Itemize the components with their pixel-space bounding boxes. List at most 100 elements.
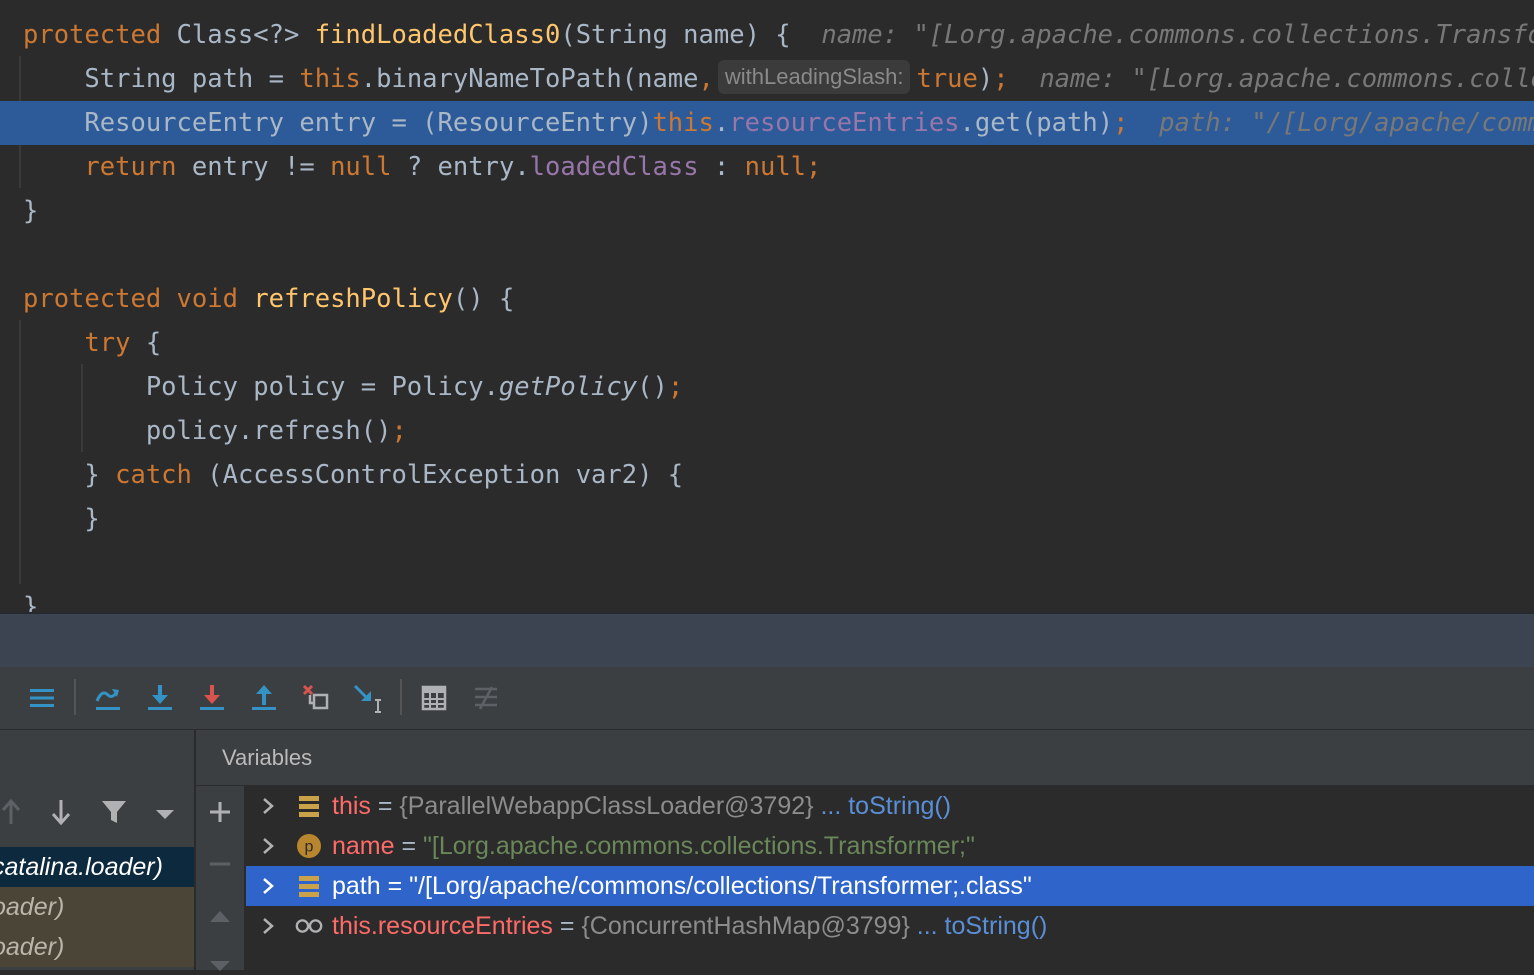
expand-chevron-icon[interactable] [258, 906, 278, 946]
code-line[interactable]: } [0, 585, 1534, 612]
move-down-icon[interactable] [208, 956, 232, 971]
evaluate-expression-icon[interactable] [417, 681, 451, 715]
trace-stream-icon[interactable] [469, 681, 503, 715]
expand-chevron-icon[interactable] [258, 786, 278, 826]
variable-value: "[Lorg.apache.commons.collections.Transf… [423, 832, 975, 860]
variable-row[interactable]: this.resourceEntries = {ConcurrentHashMa… [246, 906, 1534, 946]
toolbar-separator [400, 679, 402, 715]
remove-watch-icon[interactable] [208, 852, 232, 876]
code-token: () { [452, 284, 515, 314]
code-line[interactable]: String path = this.binaryNameToPath(name… [0, 57, 1534, 101]
frame-item[interactable]: oader) [0, 927, 194, 967]
code-line[interactable] [0, 233, 1534, 277]
parameter-hint: withLeadingSlash: [717, 60, 911, 94]
parameter-icon: p [294, 826, 324, 866]
code-editor[interactable]: protected Class<?> findLoadedClass0(Stri… [0, 0, 1534, 612]
show-frames-icon[interactable] [25, 681, 59, 715]
to-string-link[interactable]: ... toString() [820, 792, 951, 820]
frame-item[interactable]: oader) [0, 887, 194, 927]
code-token: { [130, 328, 162, 358]
equals-sign: = [370, 792, 400, 820]
code-token: resourceEntries [729, 108, 960, 138]
code-token: policy.refresh() [23, 416, 392, 446]
force-step-into-icon[interactable] [195, 681, 229, 715]
variable-name: path [332, 872, 381, 900]
code-token: .get(path) [959, 108, 1114, 138]
code-line[interactable]: } catch (AccessControlException var2) { [0, 453, 1534, 497]
code-token: void [176, 284, 238, 314]
code-line[interactable]: Policy policy = Policy.getPolicy(); [0, 365, 1534, 409]
step-over-icon[interactable] [91, 681, 125, 715]
code-line[interactable]: return entry != null ? entry.loadedClass… [0, 145, 1534, 189]
watch-icon [294, 906, 324, 946]
panel-divider[interactable] [0, 612, 1534, 667]
step-out-icon[interactable] [247, 681, 281, 715]
run-to-cursor-icon[interactable] [351, 681, 385, 715]
dropdown-arrow-icon[interactable] [154, 806, 176, 820]
code-line[interactable]: } [0, 189, 1534, 233]
toolbar-separator [74, 679, 76, 715]
variable-row[interactable]: path = "/[Lorg/apache/commons/collection… [246, 866, 1534, 906]
step-into-icon[interactable] [143, 681, 177, 715]
frames-toolbar [0, 784, 194, 840]
code-token: (AccessControlException var2) { [191, 460, 684, 490]
variables-header: Variables [196, 730, 1534, 786]
code-token: entry != [176, 152, 331, 182]
code-line[interactable]: } [0, 497, 1534, 541]
move-up-icon[interactable] [208, 906, 232, 926]
variables-side-toolbar [196, 786, 245, 971]
code-line[interactable]: try { [0, 321, 1534, 365]
code-token: getPolicy [498, 372, 638, 402]
add-watch-icon[interactable] [208, 800, 232, 824]
code-token: loadedClass [529, 152, 699, 182]
to-string-link[interactable]: ... toString() [917, 912, 1048, 940]
equals-sign: = [552, 912, 582, 940]
variables-list: this = {ParallelWebappClassLoader@3792} … [246, 786, 1534, 970]
code-token: : [698, 152, 745, 182]
code-line[interactable]: protected void refreshPolicy() { [0, 277, 1534, 321]
variable-name: name [332, 832, 395, 860]
variable-text: name = "[Lorg.apache.commons.collections… [332, 826, 975, 866]
frames-panel: catalina.loader)oader)oader) [0, 730, 196, 970]
next-frame-icon[interactable] [50, 798, 72, 826]
code-token: return [84, 152, 177, 182]
code-token: null [744, 152, 807, 182]
code-token: catch [115, 460, 192, 490]
previous-frame-icon[interactable] [0, 798, 22, 826]
variable-text: this = {ParallelWebappClassLoader@3792} … [332, 786, 951, 826]
code-token: findLoadedClass0 [314, 20, 561, 50]
variable-row[interactable]: p name = "[Lorg.apache.commons.collection… [246, 826, 1534, 866]
debug-toolbar [0, 667, 1534, 730]
expand-chevron-icon[interactable] [258, 826, 278, 866]
drop-frame-icon[interactable] [299, 681, 333, 715]
variable-row[interactable]: this = {ParallelWebappClassLoader@3792} … [246, 786, 1534, 826]
code-token: try [84, 328, 131, 358]
code-token: () [637, 372, 668, 402]
expand-chevron-icon[interactable] [258, 866, 278, 906]
variable-value: {ConcurrentHashMap@3799} [581, 912, 910, 940]
field-icon [294, 866, 324, 906]
code-token: true [916, 64, 978, 94]
code-line[interactable] [0, 541, 1534, 585]
code-token: ResourceEntry entry = (ResourceEntry) [23, 108, 653, 138]
code-token: String path = [23, 64, 300, 94]
code-line[interactable]: policy.refresh(); [0, 409, 1534, 453]
execution-point-line[interactable]: ResourceEntry entry = (ResourceEntry)thi… [0, 101, 1534, 145]
variable-value: {ParallelWebappClassLoader@3792} [399, 792, 814, 820]
code-line[interactable]: protected Class<?> findLoadedClass0(Stri… [0, 13, 1534, 57]
code-token: . [713, 108, 730, 138]
code-token: .binaryNameToPath(name [360, 64, 699, 94]
code-token: ; [1113, 108, 1129, 138]
variable-value: "/[Lorg/apache/commons/collections/Trans… [409, 872, 1032, 900]
code-token: } [23, 460, 116, 490]
filter-icon[interactable] [101, 798, 127, 826]
code-token: ; [993, 64, 1009, 94]
frame-item[interactable]: catalina.loader) [0, 847, 194, 887]
equals-sign: = [380, 872, 410, 900]
code-token: } [23, 592, 39, 612]
